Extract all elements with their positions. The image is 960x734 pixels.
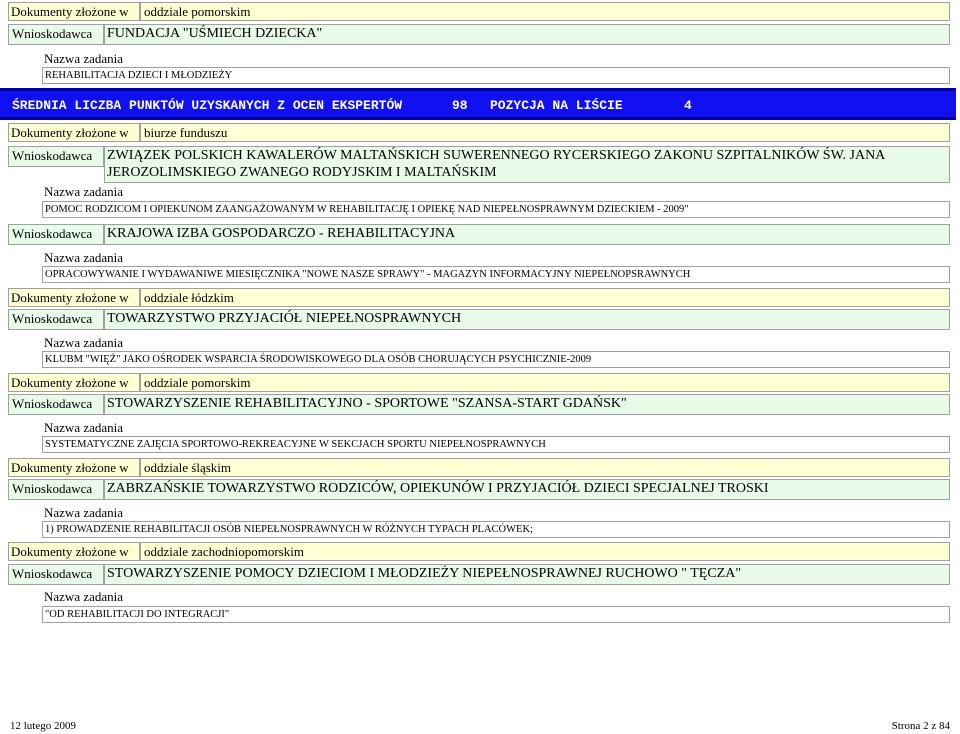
documents-label: Dokumenty złożone w: [8, 373, 140, 392]
applicant-label: Wnioskodawca: [8, 564, 104, 585]
applicant-label: Wnioskodawca: [8, 394, 104, 415]
documents-label: Dokumenty złożone w: [8, 2, 140, 21]
task-label: Nazwa zadania: [44, 250, 124, 265]
task-value: POMOC RODZICOM I OPIEKUNOM ZAANGAŻOWANYM…: [42, 201, 950, 218]
documents-label: Dokumenty złożone w: [8, 458, 140, 477]
applicant-label: Wnioskodawca: [8, 146, 104, 167]
documents-label: Dokumenty złożone w: [8, 288, 140, 307]
task-label: Nazwa zadania: [44, 335, 124, 350]
task-label: Nazwa zadania: [44, 184, 124, 199]
task-value: OPRACOWYWANIE I WYDAWANIWE MIESIĘCZNIKA …: [42, 266, 950, 283]
documents-label: Dokumenty złożone w: [8, 542, 140, 561]
applicant-value: ZWIĄZEK POLSKICH KAWALERÓW MALTAŃSKICH S…: [104, 146, 950, 183]
branch-value: oddziale pomorskim: [140, 2, 950, 21]
task-label: Nazwa zadania: [44, 51, 124, 66]
applicant-label: Wnioskodawca: [8, 24, 104, 45]
applicant-value: STOWARZYSZENIE REHABILITACYJNO - SPORTOW…: [104, 394, 950, 415]
applicant-value: TOWARZYSTWO PRZYJACIÓŁ NIEPEŁNOSPRAWNYCH: [104, 309, 950, 330]
applicant-label: Wnioskodawca: [8, 479, 104, 500]
task-value: KLUBM "WIĘŹ" JAKO OŚRODEK WSPARCIA ŚRODO…: [42, 351, 950, 368]
summary-bar: ŚREDNIA LICZBA PUNKTÓW UZYSKANYCH Z OCEN…: [0, 88, 956, 120]
applicant-label: Wnioskodawca: [8, 309, 104, 330]
summary-score-value: 98: [452, 98, 468, 113]
task-label: Nazwa zadania: [44, 589, 124, 604]
applicant-value: STOWARZYSZENIE POMOCY DZIECIOM I MŁODZIE…: [104, 564, 950, 585]
branch-value: biurze funduszu: [140, 123, 950, 142]
applicant-label: Wnioskodawca: [8, 224, 104, 245]
summary-position-label: POZYCJA NA LIŚCIE: [490, 98, 623, 113]
task-value: SYSTEMATYCZNE ZAJĘCIA SPORTOWO-REKREACYJ…: [42, 436, 950, 453]
task-value: 1) PROWADZENIE REHABILITACJI OSÓB NIEPEŁ…: [42, 521, 950, 538]
branch-value: oddziale śląskim: [140, 458, 950, 477]
summary-position-value: 4: [684, 98, 692, 113]
applicant-value: ZABRZAŃSKIE TOWARZYSTWO RODZICÓW, OPIEKU…: [104, 479, 950, 500]
branch-value: oddziale zachodniopomorskim: [140, 542, 950, 561]
task-label: Nazwa zadania: [44, 505, 124, 520]
documents-label: Dokumenty złożone w: [8, 123, 140, 142]
branch-value: oddziale łódzkim: [140, 288, 950, 307]
branch-value: oddziale pomorskim: [140, 373, 950, 392]
task-value: "OD REHABILITACJI DO INTEGRACJI": [42, 606, 950, 623]
task-value: REHABILITACJA DZIECI I MŁODZIEŻY: [42, 67, 950, 84]
task-label: Nazwa zadania: [44, 420, 124, 435]
footer-page-number: Strona 2 z 84: [891, 720, 950, 732]
applicant-value: FUNDACJA "UŚMIECH DZIECKA": [104, 24, 950, 45]
summary-score-label: ŚREDNIA LICZBA PUNKTÓW UZYSKANYCH Z OCEN…: [12, 98, 403, 113]
footer-date: 12 lutego 2009: [10, 720, 76, 732]
applicant-value: KRAJOWA IZBA GOSPODARCZO - REHABILITACYJ…: [104, 224, 950, 245]
